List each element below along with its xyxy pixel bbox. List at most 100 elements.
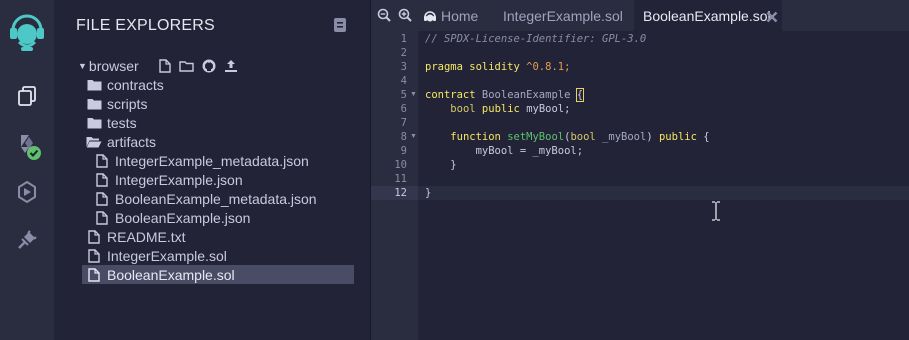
tab-label: IntegerExample.sol — [503, 7, 623, 24]
tree-folder-contracts[interactable]: contracts — [86, 75, 164, 94]
brace-token: { — [703, 131, 710, 143]
file-icon — [86, 248, 102, 264]
tree-item-label: BooleanExample.sol — [107, 266, 235, 283]
code-line-3: pragma solidity ^0.8.1; — [425, 60, 570, 74]
tree-file-integer-json[interactable]: IntegerExample.json — [94, 170, 243, 189]
tree-folder-artifacts[interactable]: artifacts — [86, 132, 156, 151]
tree-file-boolean-metadata[interactable]: BooleanExample_metadata.json — [94, 189, 317, 208]
explorer-menu-icon[interactable] — [333, 17, 347, 33]
tree-file-readme[interactable]: README.txt — [86, 227, 186, 246]
tab-label: Home — [441, 7, 479, 24]
brace-token: } — [425, 187, 432, 199]
new-file-icon[interactable] — [157, 58, 173, 74]
tree-item-label: BooleanExample_metadata.json — [115, 190, 317, 207]
file-icon — [86, 267, 102, 283]
type-token: bool — [570, 131, 596, 143]
text-cursor-icon — [711, 201, 721, 221]
file-explorer-panel: FILE EXPLORERS ▼ browser contracts scrip… — [54, 0, 370, 340]
code-line-10: } — [425, 158, 457, 172]
line-number: 11 — [394, 173, 407, 185]
brace-token: } — [450, 159, 457, 171]
tree-file-boolean-json[interactable]: BooleanExample.json — [94, 208, 250, 227]
new-folder-icon[interactable] — [179, 58, 195, 74]
tab-integer-example[interactable]: IntegerExample.sol — [493, 0, 633, 31]
tree-item-label: IntegerExample.sol — [107, 247, 227, 264]
home-icon — [422, 8, 438, 24]
zoom-out-icon[interactable] — [377, 8, 391, 22]
panel-title: FILE EXPLORERS — [76, 17, 215, 34]
file-icon — [94, 191, 110, 207]
line-number: 2 — [400, 47, 407, 59]
tree-file-integer-sol[interactable]: IntegerExample.sol — [86, 246, 227, 265]
code-line-6: bool public myBool; — [425, 102, 570, 116]
folder-icon — [86, 96, 102, 112]
code-editor: Home IntegerExample.sol BooleanExample.s… — [371, 0, 909, 340]
solidity-compiler-icon[interactable] — [0, 126, 54, 166]
file-explorer-icon[interactable] — [0, 76, 54, 116]
close-tab-icon[interactable] — [766, 10, 778, 23]
tree-item-label: BooleanExample.json — [115, 209, 251, 226]
identifier-token: myBool; — [526, 103, 571, 115]
line-number: 3 — [400, 61, 407, 73]
comment-token: // SPDX-License-Identifier: GPL-3.0 — [425, 33, 647, 45]
line-number: 12 — [394, 187, 407, 199]
workspace-row[interactable]: ▼ browser — [78, 57, 245, 75]
tree-file-boolean-sol[interactable]: BooleanExample.sol — [82, 265, 354, 284]
tree-item-label: artifacts — [107, 133, 157, 150]
keyword-token: function — [450, 131, 501, 143]
keyword-token: public — [658, 131, 697, 143]
tab-home[interactable]: Home — [420, 0, 486, 31]
version-token: ^0.8.1; — [526, 61, 571, 73]
upload-icon[interactable] — [223, 58, 239, 74]
code-line-5: contract BooleanExample { — [425, 88, 585, 102]
caret-down-icon[interactable]: ▼ — [78, 61, 87, 71]
tree-folder-scripts[interactable]: scripts — [86, 94, 147, 113]
line-number: 6 — [400, 103, 407, 115]
paren-token: ) — [646, 131, 653, 143]
zoom-in-icon[interactable] — [398, 8, 412, 22]
folder-icon — [86, 115, 102, 131]
code-line-9: myBool = _myBool; — [425, 144, 583, 158]
tree-item-label: IntegerExample_metadata.json — [115, 152, 309, 169]
tree-folder-tests[interactable]: tests — [86, 113, 137, 132]
keyword-token: pragma solidity — [425, 61, 520, 73]
tab-boolean-example[interactable]: BooleanExample.sol — [634, 0, 782, 31]
file-icon — [94, 210, 110, 226]
param-token: _myBool — [602, 131, 647, 143]
plugin-manager-icon[interactable] — [0, 220, 54, 260]
type-token: bool — [450, 103, 476, 115]
line-number: 7 — [400, 117, 407, 129]
tree-item-label: contracts — [107, 76, 164, 93]
code-line-8: function setMyBool(bool _myBool) public … — [425, 130, 710, 144]
function-name-token: setMyBool — [507, 131, 565, 143]
remix-logo-icon[interactable] — [0, 8, 54, 54]
line-number: 8 — [400, 131, 407, 143]
code-line-12: } — [425, 186, 431, 200]
fold-arrow-icon[interactable]: ▼ — [410, 130, 417, 144]
line-number: 9 — [400, 145, 407, 157]
line-number: 10 — [394, 159, 407, 171]
file-icon — [94, 153, 110, 169]
workspace-name: browser — [88, 58, 139, 74]
statement-token: myBool = _myBool; — [475, 145, 584, 157]
contract-name-token: BooleanExample — [481, 89, 571, 101]
deploy-run-icon[interactable] — [0, 172, 54, 212]
github-icon[interactable] — [201, 58, 217, 74]
folder-open-icon — [86, 134, 102, 150]
icon-rail — [0, 0, 54, 340]
line-number: 4 — [400, 75, 407, 87]
keyword-token: public — [481, 103, 520, 115]
file-icon — [86, 229, 102, 245]
line-number: 1 — [400, 33, 407, 45]
tree-item-label: tests — [107, 114, 137, 131]
tree-file-integer-metadata[interactable]: IntegerExample_metadata.json — [94, 151, 309, 170]
folder-icon — [86, 77, 102, 93]
tree-item-label: IntegerExample.json — [115, 171, 243, 188]
code-line-1: // SPDX-License-Identifier: GPL-3.0 — [425, 32, 646, 46]
tab-label: BooleanExample.sol — [643, 7, 771, 24]
tree-item-label: scripts — [107, 95, 148, 112]
code-area[interactable]: // SPDX-License-Identifier: GPL-3.0 prag… — [425, 31, 909, 340]
brace-token: { — [575, 88, 585, 102]
fold-arrow-icon[interactable]: ▼ — [410, 88, 417, 102]
file-icon — [94, 172, 110, 188]
